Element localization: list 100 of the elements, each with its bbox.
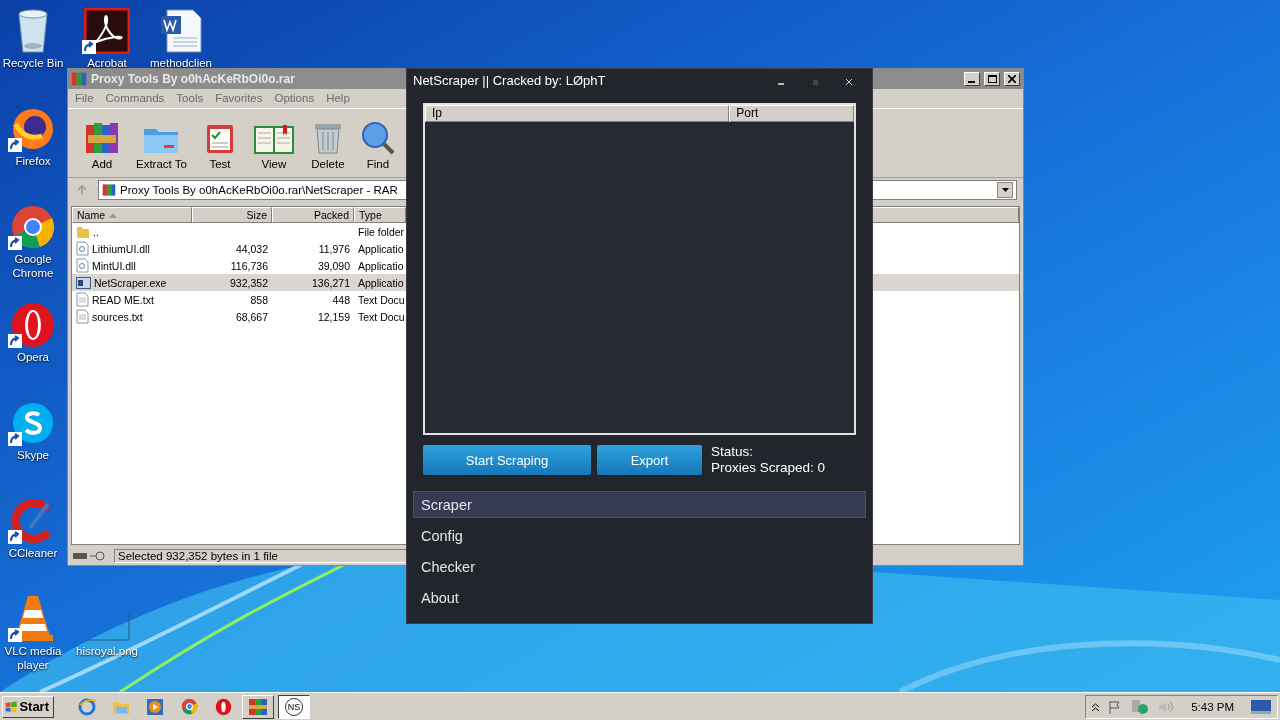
- shortcut-arrow-icon: [8, 432, 22, 446]
- sort-arrow-icon: [109, 212, 117, 218]
- text-file-icon: [76, 292, 89, 307]
- status-label: Status:: [711, 444, 755, 460]
- archive-icon: [102, 183, 116, 197]
- minimize-button[interactable]: [964, 72, 980, 86]
- show-desktop-icon[interactable]: [1251, 699, 1271, 714]
- firefox-icon: [10, 106, 56, 152]
- maximize-icon: [812, 79, 818, 85]
- export-button[interactable]: Export: [597, 445, 702, 475]
- opera-icon: [10, 302, 56, 348]
- file-name: ..: [93, 225, 99, 238]
- text-file-icon: [76, 309, 89, 324]
- column-header[interactable]: Type: [354, 207, 406, 223]
- toolbar-button[interactable]: Find: [354, 111, 401, 175]
- desktop-icon-label[interactable]: Google Chrome: [0, 252, 66, 280]
- menu-item[interactable]: Tools: [176, 92, 204, 105]
- column-header[interactable]: Ip: [425, 104, 730, 122]
- opera-icon[interactable]: [214, 697, 232, 716]
- shortcut-arrow-icon: [8, 628, 22, 642]
- file-type: Applicatio: [358, 242, 404, 255]
- desktop-icon-label[interactable]: methodclien: [150, 56, 212, 70]
- column-header[interactable]: Size: [192, 207, 272, 223]
- file-size: 44,032: [235, 242, 268, 255]
- shortcut-arrow-icon: [82, 40, 96, 54]
- books-icon: [71, 71, 87, 87]
- file-size: 116,736: [230, 259, 268, 272]
- file-type: File folder: [358, 225, 405, 238]
- nav-item[interactable]: Checker: [413, 553, 866, 580]
- desktop-icon-label[interactable]: VLC media player: [0, 644, 66, 672]
- menu-item[interactable]: Commands: [105, 92, 165, 105]
- clock: 5:43 PM: [1191, 700, 1234, 713]
- close-icon: [846, 78, 852, 85]
- close-button[interactable]: [1004, 72, 1020, 86]
- start-button[interactable]: Start Scraping: [423, 445, 591, 475]
- chrome-icon[interactable]: [180, 698, 198, 715]
- shortcut-arrow-icon: [8, 334, 22, 348]
- desktop-icon-label[interactable]: Skype: [17, 448, 49, 462]
- maximize-button[interactable]: [984, 72, 1000, 86]
- toolbar-button[interactable]: View: [246, 111, 301, 175]
- ie-icon[interactable]: [78, 697, 96, 716]
- file-size: 68,667: [235, 310, 268, 323]
- toolbar-button[interactable]: Delete: [304, 111, 351, 175]
- file-size: 932,352: [230, 276, 268, 289]
- books-icon[interactable]: [248, 697, 268, 716]
- nav-item[interactable]: Scraper: [413, 491, 866, 518]
- column-header[interactable]: Name: [72, 207, 192, 223]
- column-header[interactable]: Port: [729, 104, 854, 122]
- packed-size: 12,159: [317, 310, 350, 323]
- trash-can-icon: [312, 121, 343, 155]
- file-type: Applicatio: [358, 259, 404, 272]
- proxies-count: Proxies Scraped: 0: [711, 460, 826, 476]
- caret-icon: [1001, 188, 1009, 192]
- chevron-icon[interactable]: [1092, 702, 1100, 711]
- pdf-app-icon: [84, 8, 130, 54]
- drive-icon: [72, 550, 108, 562]
- file-name: MintUI.dll: [92, 259, 136, 272]
- desktop-icon-label[interactable]: Acrobat: [87, 56, 127, 70]
- open-book-icon: [252, 123, 295, 155]
- desktop-icon-label[interactable]: CCleaner: [8, 546, 58, 560]
- program-file-icon: [76, 275, 91, 290]
- menu-item[interactable]: Help: [326, 92, 350, 105]
- menu-item[interactable]: Favorites: [215, 92, 263, 105]
- menu-item[interactable]: Options: [274, 92, 315, 105]
- file-size: 858: [250, 293, 268, 306]
- image-thumbnail-icon: [84, 612, 130, 642]
- books-icon: [84, 121, 120, 155]
- nav-item[interactable]: Config: [413, 522, 866, 549]
- flag-icon[interactable]: [1108, 699, 1123, 714]
- file-name: sources.txt: [92, 310, 143, 323]
- start-button[interactable]: Start: [2, 695, 54, 718]
- maximize-icon: [987, 75, 997, 83]
- window-title: Proxy Tools By o0hAcKeRbOi0o.rar: [91, 72, 295, 86]
- magnifier-icon: [360, 121, 395, 155]
- packed-size: 136,271: [312, 276, 350, 289]
- window-title: NetScraper || Cracked by: LØphT: [413, 73, 607, 89]
- gear-file-icon: [76, 258, 89, 273]
- close-icon: [1008, 75, 1016, 83]
- desktop-icon-label[interactable]: Firefox: [15, 154, 51, 168]
- file-name: READ ME.txt: [92, 293, 154, 306]
- chrome-icon: [10, 204, 56, 250]
- minimize-icon: [778, 82, 784, 85]
- toolbar-button[interactable]: Test: [196, 111, 243, 175]
- menu-item[interactable]: File: [75, 92, 94, 105]
- file-type: Text Docu: [358, 293, 405, 306]
- packed-size: 448: [332, 293, 350, 306]
- nav-item[interactable]: About: [413, 584, 866, 611]
- desktop-icon-label[interactable]: Opera: [17, 350, 49, 364]
- shortcut-arrow-icon: [8, 236, 22, 250]
- file-type: Applicatio: [358, 276, 404, 289]
- dropdown-button[interactable]: [997, 182, 1013, 198]
- desktop-icon-label[interactable]: Recycle Bin: [2, 56, 64, 70]
- gear-file-icon: [76, 241, 89, 256]
- file-type: Text Docu: [358, 310, 405, 323]
- toolbar-button[interactable]: Extract To: [130, 111, 193, 175]
- play-icon[interactable]: [146, 697, 164, 716]
- shortcut-arrow-icon: [8, 138, 22, 152]
- column-header[interactable]: Packed: [272, 207, 354, 223]
- folder-icon: [76, 224, 90, 239]
- toolbar-button[interactable]: Add: [78, 111, 126, 175]
